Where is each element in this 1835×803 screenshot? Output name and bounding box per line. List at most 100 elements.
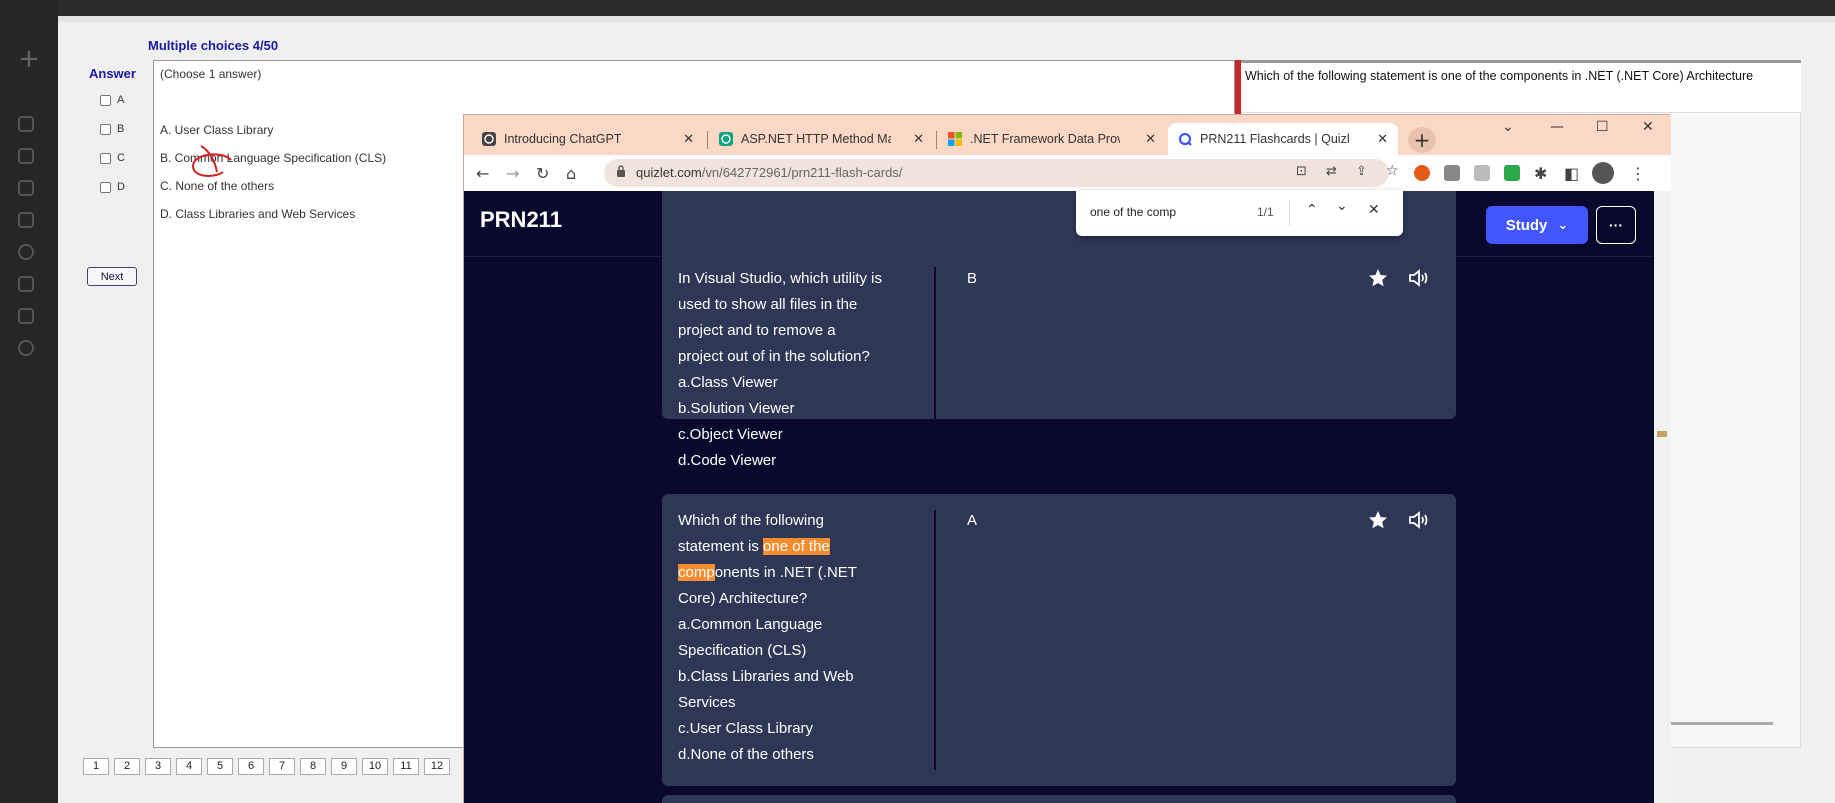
chevron-down-icon: ⌄ [1557, 217, 1569, 233]
sidebar-icon[interactable] [18, 116, 34, 132]
answer-label: Answer [89, 66, 136, 81]
avatar[interactable] [1592, 162, 1614, 184]
tab-dotnet-providers[interactable]: .NET Framework Data Providers ✕ [938, 123, 1166, 155]
url-text: quizlet.com/vn/642772961/prn211-flash-ca… [636, 165, 902, 180]
term-line: Specification (CLS) [678, 642, 807, 659]
page-number-button[interactable]: 1 [83, 758, 109, 775]
close-icon[interactable]: ✕ [1145, 132, 1156, 147]
question-counter: Multiple choices 4/50 [148, 38, 279, 53]
new-tab-button[interactable]: + [1408, 127, 1436, 153]
forward-icon[interactable]: → [506, 164, 519, 183]
flashcard [662, 795, 1456, 803]
extensions-puzzle-icon[interactable]: ✱ [1534, 164, 1547, 183]
share-icon[interactable]: ⇪ [1356, 164, 1367, 179]
term-line: components in .NET (.NET [678, 560, 908, 586]
trash-icon[interactable] [18, 308, 34, 324]
page-number-button[interactable]: 6 [238, 758, 264, 775]
page-number-button[interactable]: 4 [176, 758, 202, 775]
home-icon[interactable]: ⌂ [566, 164, 576, 183]
tab-aspnet[interactable]: ASP.NET HTTP Method Mapping ✕ [709, 123, 934, 155]
chevron-down-icon[interactable]: ⌄ [1336, 198, 1348, 214]
checkbox[interactable] [100, 94, 111, 106]
card-definition: A [967, 512, 978, 529]
clock-icon[interactable] [18, 244, 34, 260]
checkbox[interactable] [100, 181, 111, 193]
quizlet-page: PRN211 Study ⌄ ··· In Visual Studio, whi… [464, 191, 1654, 803]
page-number-button[interactable]: 11 [393, 758, 419, 775]
close-icon[interactable]: ✕ [683, 132, 694, 147]
answer-checkbox-d[interactable]: D [100, 181, 125, 193]
extension-icon[interactable] [1414, 165, 1430, 181]
chatgpt-icon [482, 132, 496, 146]
minimize-icon[interactable]: — [1550, 119, 1564, 135]
red-circle-annotation [191, 145, 232, 177]
checkbox[interactable] [100, 152, 111, 164]
answer-checkbox-a[interactable]: A [100, 94, 124, 106]
answer-checkbox-b[interactable]: B [100, 123, 124, 135]
tab-title: PRN211 Flashcards | Quizlet [1200, 132, 1350, 146]
close-icon[interactable]: ✕ [1368, 202, 1380, 218]
tab-title: ASP.NET HTTP Method Mapping [741, 132, 891, 146]
checkbox-label: B [117, 123, 125, 135]
chevron-up-icon[interactable]: ⌃ [1306, 202, 1318, 218]
url-path: /vn/642772961/prn211-flash-cards/ [701, 165, 903, 180]
extension-icon[interactable] [1444, 165, 1460, 181]
term-line: Services [678, 694, 736, 711]
back-icon[interactable]: ← [476, 164, 489, 183]
sidepanel-icon[interactable]: ◧ [1564, 164, 1579, 183]
close-window-icon[interactable]: ✕ [1642, 119, 1654, 135]
tab-strip: Introducing ChatGPT ✕ ASP.NET HTTP Metho… [464, 115, 1671, 155]
close-icon[interactable]: ✕ [1377, 132, 1388, 147]
exam-top-strip [58, 16, 1835, 22]
sidebar-icon[interactable] [18, 180, 34, 196]
tab-quizlet[interactable]: PRN211 Flashcards | Quizlet ✕ [1168, 123, 1398, 155]
translate-icon[interactable]: ⇄ [1326, 164, 1337, 179]
page-number-button[interactable]: 9 [331, 758, 357, 775]
quizlet-icon [1178, 132, 1192, 146]
term-line: In Visual Studio, which utility is [678, 270, 882, 287]
reload-icon[interactable]: ↻ [536, 164, 549, 183]
term-text: onents in .NET (.NET [714, 564, 857, 581]
sidebar-icon[interactable] [18, 212, 34, 228]
bookmark-star-icon[interactable]: ☆ [1386, 163, 1399, 179]
page-number-button[interactable]: 8 [300, 758, 326, 775]
address-bar[interactable]: quizlet.com/vn/642772961/prn211-flash-ca… [604, 159, 1399, 187]
term-line: project and to remove a [678, 322, 836, 339]
page-number-button[interactable]: 7 [269, 758, 295, 775]
find-in-page-icon[interactable]: ⊡ [1296, 164, 1307, 179]
extension-icon[interactable] [1474, 165, 1490, 181]
extension-icon[interactable] [1504, 165, 1520, 181]
term-line: c.User Class Library [678, 720, 814, 737]
menu-icon[interactable]: ⋮ [1630, 164, 1646, 183]
page-number-button[interactable]: 3 [145, 758, 171, 775]
vertical-scrollbar[interactable] [1654, 191, 1671, 803]
cloud-icon[interactable] [18, 340, 34, 356]
close-icon[interactable]: ✕ [913, 132, 924, 147]
tab-chatgpt[interactable]: Introducing ChatGPT ✕ [472, 123, 704, 155]
page-number-button[interactable]: 2 [114, 758, 140, 775]
sidebar-icon[interactable] [18, 148, 34, 164]
term-line: a.Common Language [678, 616, 823, 633]
more-options-button[interactable]: ··· [1596, 206, 1636, 244]
flashcard: Which of the following statement is one … [662, 494, 1456, 786]
star-icon[interactable] [18, 276, 34, 292]
add-icon[interactable]: + [18, 44, 40, 74]
term-line: b.Class Libraries and Web [678, 668, 854, 685]
page-number-button[interactable]: 10 [362, 758, 388, 775]
star-icon[interactable] [1368, 268, 1388, 288]
answer-checkbox-c[interactable]: C [100, 152, 125, 164]
tab-search-icon[interactable]: ⌄ [1502, 119, 1514, 135]
tab-separator [936, 131, 937, 149]
scrollbar-thumb[interactable] [1657, 431, 1667, 437]
page-number-button[interactable]: 5 [207, 758, 233, 775]
audio-icon[interactable] [1408, 510, 1430, 530]
next-button[interactable]: Next [87, 267, 137, 286]
study-button[interactable]: Study ⌄ [1486, 206, 1588, 244]
page-number-button[interactable]: 12 [424, 758, 450, 775]
choose-instruction: (Choose 1 answer) [160, 67, 262, 81]
audio-icon[interactable] [1408, 268, 1430, 288]
find-input[interactable]: one of the comp [1090, 205, 1176, 219]
checkbox[interactable] [100, 123, 111, 135]
maximize-icon[interactable]: ☐ [1596, 119, 1609, 135]
star-icon[interactable] [1368, 510, 1388, 530]
